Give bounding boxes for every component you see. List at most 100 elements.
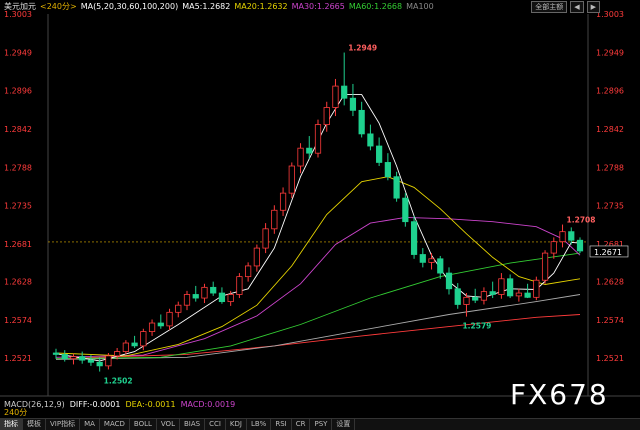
next-arrow-icon[interactable]: ▶ (586, 1, 600, 13)
candle-up (515, 292, 522, 297)
current-price-label: 1.2671 (594, 248, 622, 257)
candle-down (341, 85, 348, 99)
candle-down (576, 239, 584, 252)
tab-kdj[interactable]: KDJ (226, 419, 247, 430)
tab-rsi[interactable]: RSI (271, 419, 292, 430)
candle-up (314, 124, 322, 154)
y-tick-label-right: 1.2788 (596, 163, 624, 172)
ma100-line (55, 294, 581, 360)
candle-up (236, 276, 243, 295)
macd-info: MACD(26,12,9) DIFF:-0.0001 DEA:-0.0011 MACD… (4, 400, 240, 409)
candle-up (323, 107, 330, 126)
candle-down (419, 254, 426, 263)
indicator-tabs: 指标 模板 VIP指标 MA MACD BOLL VOL BIAS CCI KD… (0, 418, 640, 430)
candle-up (279, 192, 287, 211)
candle-down (192, 294, 199, 299)
candlestick-chart: 1.3003 1.30031.2949 1.29491.2896 1.28961.28… (0, 10, 640, 397)
tab-macd[interactable]: MACD (100, 419, 130, 430)
candle-down (489, 291, 496, 295)
candle-up (550, 241, 557, 254)
candle-up (227, 294, 234, 303)
candle-down (524, 292, 531, 298)
candle-down (306, 147, 313, 154)
candle-down (410, 221, 418, 255)
candle-down (472, 296, 479, 301)
candle-down (437, 258, 444, 274)
top-controls: 全部主额 ◀ ▶ (531, 1, 600, 13)
candle-up (288, 165, 295, 194)
y-tick-label-right: 1.2735 (596, 201, 624, 210)
candle-up (498, 278, 505, 295)
candle-up (201, 286, 208, 299)
candle-up (70, 356, 77, 360)
y-tick-label-left: 1.2949 (4, 49, 32, 58)
candle-up (175, 304, 182, 313)
ma100-value: MA100 (406, 2, 434, 11)
candle-down (349, 97, 357, 111)
macd-dea: DEA:-0.0011 (125, 400, 176, 409)
ma20-value: MA20:1.2632 (234, 2, 288, 11)
candle-up (332, 85, 339, 108)
candle-up (122, 342, 129, 352)
candle-down (384, 162, 391, 178)
candle-down (210, 286, 217, 294)
period-label[interactable]: <240分> (40, 2, 77, 11)
candle-up (105, 355, 112, 367)
candle-up (463, 296, 470, 305)
tab-cr[interactable]: CR (292, 419, 311, 430)
y-tick-label-right: 1.2842 (596, 125, 624, 134)
tab-boll[interactable]: BOLL (130, 419, 157, 430)
tab-ma[interactable]: MA (80, 419, 100, 430)
y-tick-label-left: 1.2521 (4, 354, 32, 363)
candle-up (262, 228, 269, 249)
y-tick-label-left: 1.2842 (4, 125, 32, 134)
macd-diff: DIFF:-0.0001 (69, 400, 121, 409)
candle-up (140, 331, 147, 347)
symbol-label[interactable]: 美元加元 (0, 2, 36, 11)
y-tick-label-right: 1.2949 (596, 49, 624, 58)
candle-down (507, 278, 514, 297)
low-left-annotation: 1.2502 (104, 377, 133, 386)
tab-settings[interactable]: 设置 (332, 419, 356, 430)
candle-down (79, 356, 86, 361)
candle-up (428, 258, 435, 263)
ma5-value: MA5:1.2682 (182, 2, 231, 11)
ma20-line (55, 176, 581, 357)
candle-up (166, 311, 173, 327)
low-mid-annotation: 1.2579 (462, 322, 491, 331)
tab-psy[interactable]: PSY (310, 419, 333, 430)
prev-arrow-icon[interactable]: ◀ (570, 1, 584, 13)
candle-down (218, 292, 226, 303)
tab-lb[interactable]: LB% (247, 419, 272, 430)
candles (52, 52, 584, 372)
all-main-button[interactable]: 全部主额 (531, 1, 568, 13)
y-tick-label-left: 1.2628 (4, 278, 32, 287)
tab-cci[interactable]: CCI (205, 419, 226, 430)
candle-up (559, 231, 566, 243)
candle-down (131, 342, 138, 347)
candle-up (183, 294, 191, 306)
tab-vip-indicator[interactable]: VIP指标 (46, 419, 81, 430)
candle-down (402, 197, 409, 223)
ma60-value: MA60:1.2668 (348, 2, 403, 11)
candle-up (480, 291, 488, 301)
high-right-annotation: 1.2708 (567, 216, 596, 225)
y-tick-label-right: 1.2574 (596, 316, 624, 325)
candle-down (376, 145, 383, 163)
tab-indicator[interactable]: 指标 (0, 419, 23, 430)
period-tag[interactable]: 240分 (4, 407, 27, 418)
tab-bias[interactable]: BIAS (180, 419, 206, 430)
candle-up (253, 247, 260, 267)
tab-template[interactable]: 模板 (23, 419, 46, 430)
ma30-value: MA30:1.2665 (291, 2, 345, 11)
candle-down (157, 322, 164, 327)
y-tick-label-right: 1.2521 (596, 354, 624, 363)
candle-down (568, 231, 575, 241)
candle-down (358, 109, 365, 135)
tab-vol[interactable]: VOL (157, 419, 180, 430)
candle-up (541, 252, 549, 281)
candle-down (52, 352, 60, 355)
candle-down (87, 359, 95, 363)
y-tick-label-left: 1.2574 (4, 316, 32, 325)
candle-down (454, 288, 461, 305)
